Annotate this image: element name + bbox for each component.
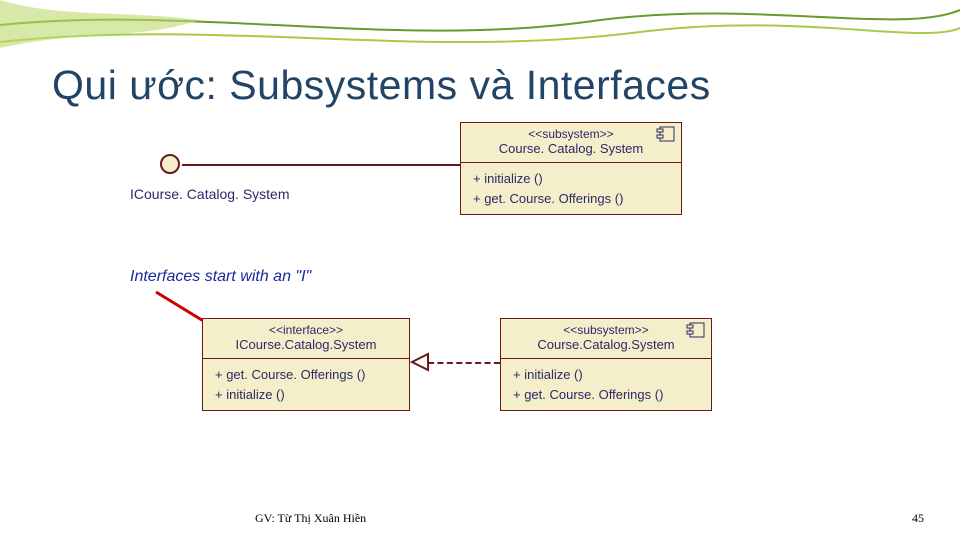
stereotype-label: <<interface>>: [213, 323, 399, 337]
realization-arrowhead-icon: [410, 352, 430, 372]
interface-label: ICourse. Catalog. System: [130, 186, 290, 202]
class-name: ICourse.Catalog.System: [213, 337, 399, 352]
uml-box-header: <<subsystem>> Course. Catalog. System: [461, 123, 681, 163]
subsystem-box-bottom: <<subsystem>> Course.Catalog.System + in…: [500, 318, 712, 411]
class-name: Course. Catalog. System: [471, 141, 671, 156]
diagram-area: ICourse. Catalog. System <<subsystem>> C…: [130, 120, 830, 480]
annotation-note: Interfaces start with an "I": [130, 268, 311, 286]
operations-compartment: + get. Course. Offerings () + initialize…: [203, 359, 409, 410]
operation: + get. Course. Offerings (): [513, 385, 699, 405]
header-swoosh: [0, 0, 960, 60]
uml-box-header: <<interface>> ICourse.Catalog.System: [203, 319, 409, 359]
interface-box: <<interface>> ICourse.Catalog.System + g…: [202, 318, 410, 411]
lollipop-interface-icon: [160, 154, 180, 174]
component-icon: [655, 126, 675, 145]
subsystem-box-top: <<subsystem>> Course. Catalog. System + …: [460, 122, 682, 215]
operation: + initialize (): [215, 385, 397, 405]
operation: + get. Course. Offerings (): [215, 365, 397, 385]
connector-line: [182, 164, 460, 166]
stereotype-label: <<subsystem>>: [471, 127, 671, 141]
component-icon: [685, 322, 705, 341]
operation: + initialize (): [473, 169, 669, 189]
stereotype-label: <<subsystem>>: [511, 323, 701, 337]
class-name: Course.Catalog.System: [511, 337, 701, 352]
uml-box-header: <<subsystem>> Course.Catalog.System: [501, 319, 711, 359]
operations-compartment: + initialize () + get. Course. Offerings…: [461, 163, 681, 214]
operation: + get. Course. Offerings (): [473, 189, 669, 209]
footer-author: GV: Từ Thị Xuân Hiền: [255, 511, 366, 526]
operations-compartment: + initialize () + get. Course. Offerings…: [501, 359, 711, 410]
page-number: 45: [912, 511, 924, 526]
operation: + initialize (): [513, 365, 699, 385]
realization-connector: [428, 362, 500, 364]
slide-title: Qui ước: Subsystems và Interfaces: [52, 62, 711, 109]
